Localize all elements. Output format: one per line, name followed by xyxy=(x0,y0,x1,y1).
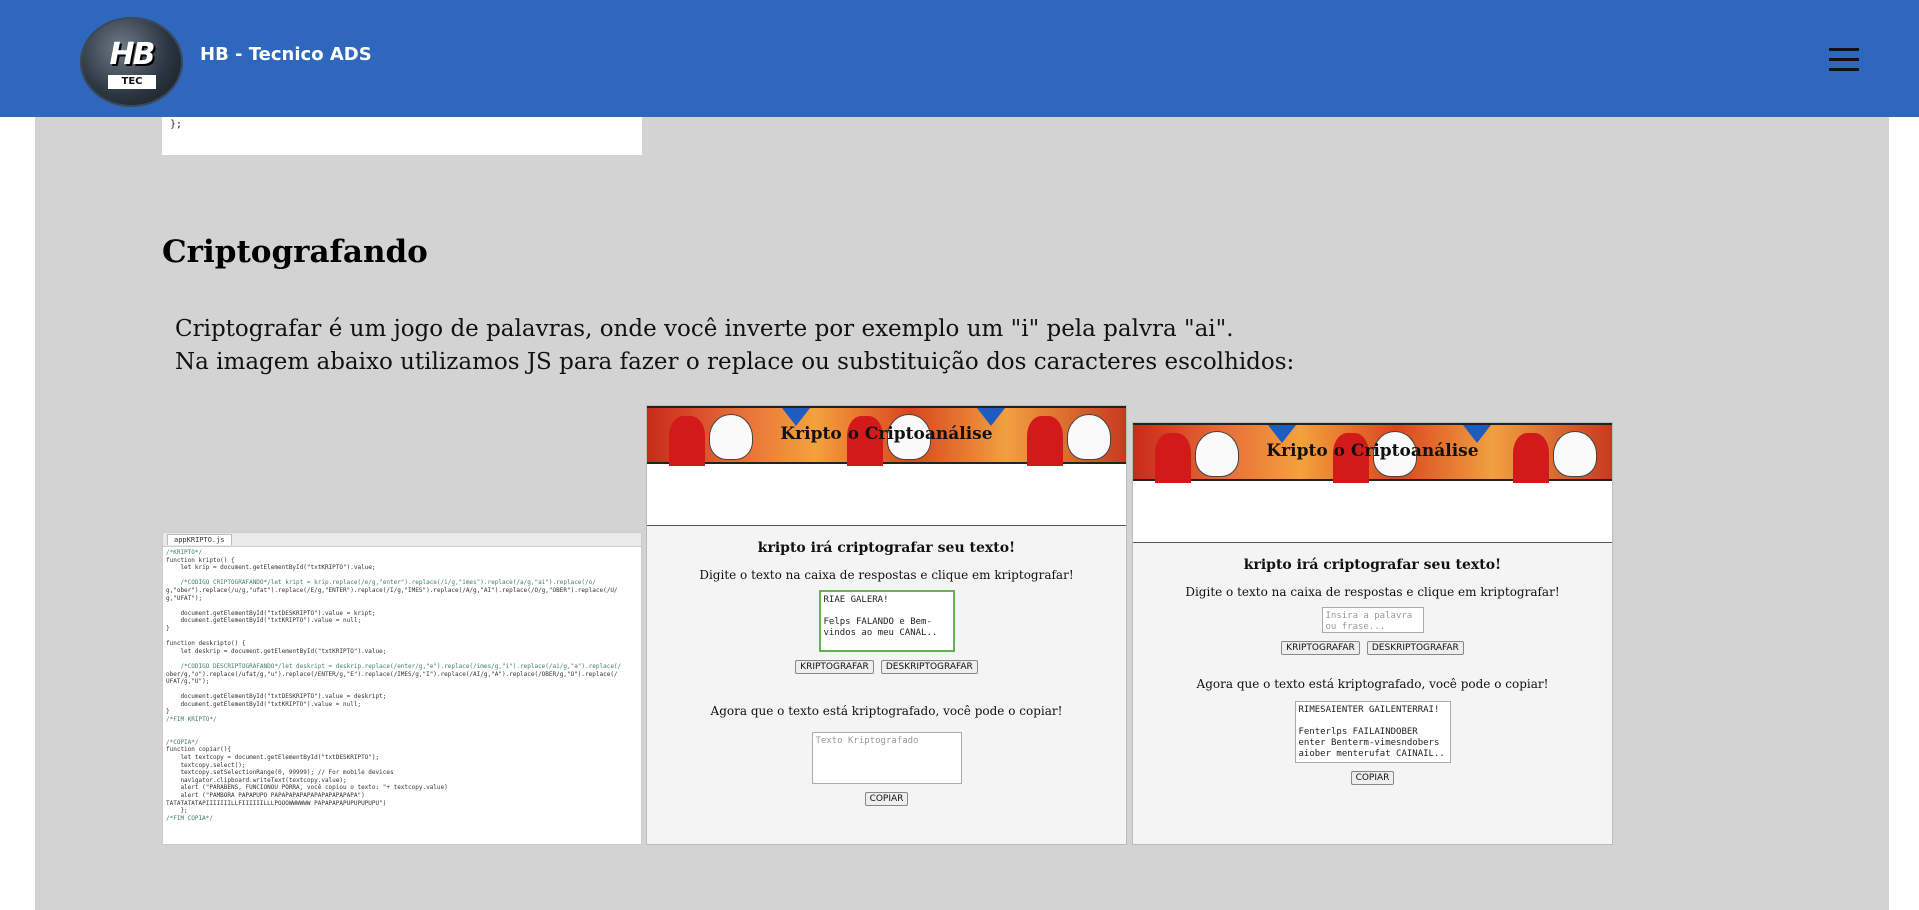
code-line: function copiar(){ xyxy=(166,746,232,754)
deskriptografar-button[interactable]: DESKRIPTOGRAFAR xyxy=(880,660,978,674)
kripto-output[interactable]: Texto Kriptografado xyxy=(811,732,962,784)
code-line: g,"UFAT"); xyxy=(166,594,203,602)
code-line: TATATATATAPIIIIIIILLFIIIIIILLLPOOOWWWWWW… xyxy=(166,799,387,807)
code-line: function kripto() { xyxy=(166,556,235,564)
code-line: document.getElementById("txtDESKRIPTO").… xyxy=(166,609,376,617)
section-description: Criptografar é um jogo de palavras, onde… xyxy=(175,313,1294,379)
code-line: document.getElementById("txtKRIPTO").val… xyxy=(166,617,362,625)
site-title[interactable]: HB - Tecnico ADS xyxy=(200,44,372,65)
description-line-2: Na imagem abaixo utilizamos JS para faze… xyxy=(175,349,1295,375)
banner-spacer xyxy=(1133,481,1612,543)
code-line: } xyxy=(166,708,170,716)
code-line: document.getElementById("txtDESKRIPTO").… xyxy=(166,693,387,701)
banner-title: Kripto o Criptoanálise xyxy=(1266,441,1479,461)
kriptografar-button[interactable]: KRIPTOGRAFAR xyxy=(1281,641,1360,655)
app-screenshot-1: Kripto o Criptoanálise kripto irá cripto… xyxy=(646,405,1127,845)
code-line: let krip = document.getElementById("txtK… xyxy=(166,564,376,572)
code-line: /*COPIA*/ xyxy=(166,738,199,746)
copiar-button[interactable]: COPIAR xyxy=(864,792,909,806)
code-line: g,"ober").replace(/u/g,"ufat").replace(/… xyxy=(166,586,618,594)
code-line: document.getElementById("txtKRIPTO").val… xyxy=(166,700,362,708)
app-heading: kripto irá criptografar seu texto! xyxy=(1243,557,1502,573)
code-line: /*FIM COPIA*/ xyxy=(166,814,213,822)
code-line: navigator.clipboard.writeText(textcopy.v… xyxy=(166,776,347,784)
code-editor-tab: appKRIPTO.js xyxy=(167,534,232,545)
description-line-1: Criptografar é um jogo de palavras, onde… xyxy=(175,316,1234,342)
copiar-button[interactable]: COPIAR xyxy=(1350,771,1395,785)
logo-text: HB xyxy=(109,37,156,72)
app-banner: Kripto o Criptoanálise xyxy=(647,406,1126,466)
site-header: HB TEC HB - Tecnico ADS xyxy=(0,0,1919,117)
code-screenshot: appKRIPTO.js /*KRIPTO*/function kripto()… xyxy=(162,532,642,845)
kripto-input[interactable]: Insira a palavra ou frase... xyxy=(1321,607,1424,633)
code-editor-tab-bar: appKRIPTO.js xyxy=(163,533,641,547)
code-line: UFAT/g,"U"); xyxy=(166,678,210,686)
logo[interactable]: HB TEC xyxy=(80,17,183,107)
banner-spacer xyxy=(647,464,1126,526)
code-line: textcopy.select(); xyxy=(166,761,246,769)
code-line: /*CODIGO DESCRIPTOGRAFANDO*/let deskript… xyxy=(166,662,622,670)
code-line: ober/g,"o").replace(/ufat/g,"u").replace… xyxy=(166,670,618,678)
code-editor-body: /*KRIPTO*/function kripto() { let krip =… xyxy=(163,547,641,824)
app-heading: kripto irá criptografar seu texto! xyxy=(757,540,1016,556)
hamburger-menu-icon[interactable] xyxy=(1829,48,1859,74)
code-line: } xyxy=(166,624,170,632)
copy-instruction: Agora que o texto está kriptografado, vo… xyxy=(1196,677,1549,691)
code-line: alert ("PARABENS, FUNCIONOU PORRA, você … xyxy=(166,784,448,792)
kripto-input[interactable]: RIAE GALERA! Felps FALANDO e Bem-vindos … xyxy=(818,590,955,652)
code-line: /*CODIGO CRIPTOGRAFANDO*/let kript = kri… xyxy=(166,579,596,587)
code-line: alert ("PAMBORA PAPAPUPO PAPAPAPAPAPAPAP… xyxy=(166,792,365,799)
code-snippet-tail: }; xyxy=(162,117,642,155)
app-instruction: Digite o texto na caixa de respostas e c… xyxy=(1185,585,1560,599)
banner-title: Kripto o Criptoanálise xyxy=(780,424,993,444)
copy-instruction: Agora que o texto está kriptografado, vo… xyxy=(710,704,1063,718)
app-instruction: Digite o texto na caixa de respostas e c… xyxy=(699,568,1074,582)
code-line: /*KRIPTO*/ xyxy=(166,549,203,556)
kriptografar-button[interactable]: KRIPTOGRAFAR xyxy=(795,660,874,674)
code-line: }; xyxy=(166,807,188,815)
deskriptografar-button[interactable]: DESKRIPTOGRAFAR xyxy=(1366,641,1464,655)
code-line: /*FIM KRIPTO*/ xyxy=(166,716,217,724)
code-line: function deskripto() { xyxy=(166,640,246,648)
app-screenshot-2: Kripto o Criptoanálise kripto irá cripto… xyxy=(1132,422,1613,845)
code-line: let deskrip = document.getElementById("t… xyxy=(166,647,387,655)
kripto-output[interactable]: RIMESAIENTER GAILENTERRAI! Fenterlps FAI… xyxy=(1294,701,1451,763)
code-line: let textcopy = document.getElementById("… xyxy=(166,754,380,762)
code-line: textcopy.setSelectionRange(0, 99999); //… xyxy=(166,769,394,777)
app-banner: Kripto o Criptoanálise xyxy=(1133,423,1612,483)
logo-sub-text: TEC xyxy=(108,75,156,89)
section-title: Criptografando xyxy=(162,234,428,270)
